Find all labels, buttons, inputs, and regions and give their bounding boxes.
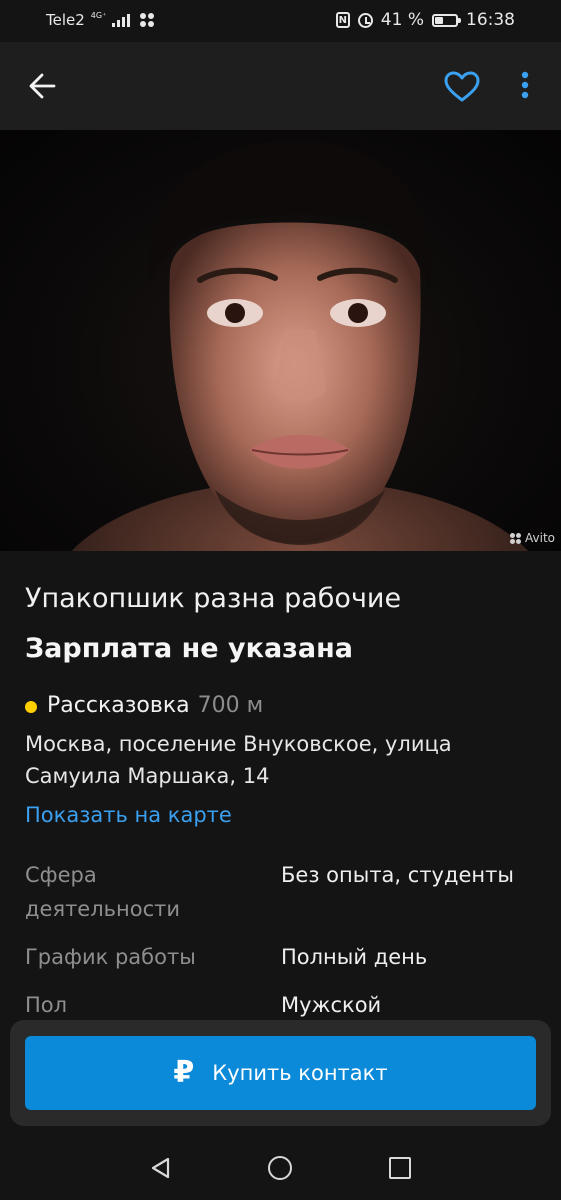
status-right: N 41 % 16:38 <box>335 10 515 30</box>
ruble-icon: ₽ <box>173 1055 195 1090</box>
status-bar: Tele2 4G⁺ N 41 % 16:38 <box>0 0 561 42</box>
carrier-name: Tele2 <box>46 11 85 29</box>
buy-contact-button[interactable]: ₽ Купить контакт <box>25 1036 536 1110</box>
param-value: Без опыта, студенты <box>281 863 514 887</box>
more-vertical-icon <box>521 71 529 99</box>
favorite-button[interactable] <box>440 68 484 108</box>
show-on-map-link[interactable]: Показать на карте <box>25 799 232 831</box>
arrow-left-icon <box>29 73 56 99</box>
system-nav-bar <box>0 1136 561 1200</box>
signal-icon <box>112 13 131 27</box>
network-type: 4G⁺ <box>90 11 107 20</box>
avito-watermark: Avito <box>510 531 555 545</box>
listing-photo[interactable]: Avito <box>0 130 561 551</box>
avito-logo-icon <box>510 532 521 544</box>
watermark-text: Avito <box>525 531 555 545</box>
alarm-icon <box>357 12 373 28</box>
listing-salary: Зарплата не указана <box>25 633 353 664</box>
app-bar <box>0 42 561 130</box>
param-value: Мужской <box>281 993 382 1017</box>
param-value: Полный день <box>281 945 428 969</box>
app-notification-icon <box>140 13 155 27</box>
buy-contact-label: Купить контакт <box>212 1061 388 1085</box>
param-key: Пол <box>25 993 68 1017</box>
metro-station: Рассказовка <box>47 693 190 718</box>
more-button[interactable] <box>510 68 540 108</box>
bottom-action-bar: ₽ Купить контакт <box>10 1020 551 1126</box>
square-recents-icon[interactable] <box>389 1157 411 1179</box>
clock: 16:38 <box>466 10 515 30</box>
triangle-back-icon[interactable] <box>148 1156 172 1180</box>
metro-line-icon <box>25 701 37 713</box>
battery-icon <box>432 13 461 27</box>
status-left: Tele2 4G⁺ <box>46 11 155 29</box>
nfc-icon: N <box>335 12 350 28</box>
metro-info: Рассказовка 700 м <box>25 690 263 722</box>
listing-title: Упакопшик разна рабочие <box>25 583 402 614</box>
heart-outline-icon <box>444 71 480 102</box>
param-key: График работы <box>25 945 196 969</box>
listing-address: Москва, поселение Внуковское, улица Саму… <box>25 732 452 788</box>
battery-percent: 41 % <box>380 10 424 30</box>
circle-home-icon[interactable] <box>268 1156 292 1180</box>
back-button[interactable] <box>22 66 66 106</box>
param-key: Сфера деятельности <box>25 863 181 921</box>
person-photo <box>71 140 529 551</box>
metro-distance: 700 м <box>197 693 264 718</box>
